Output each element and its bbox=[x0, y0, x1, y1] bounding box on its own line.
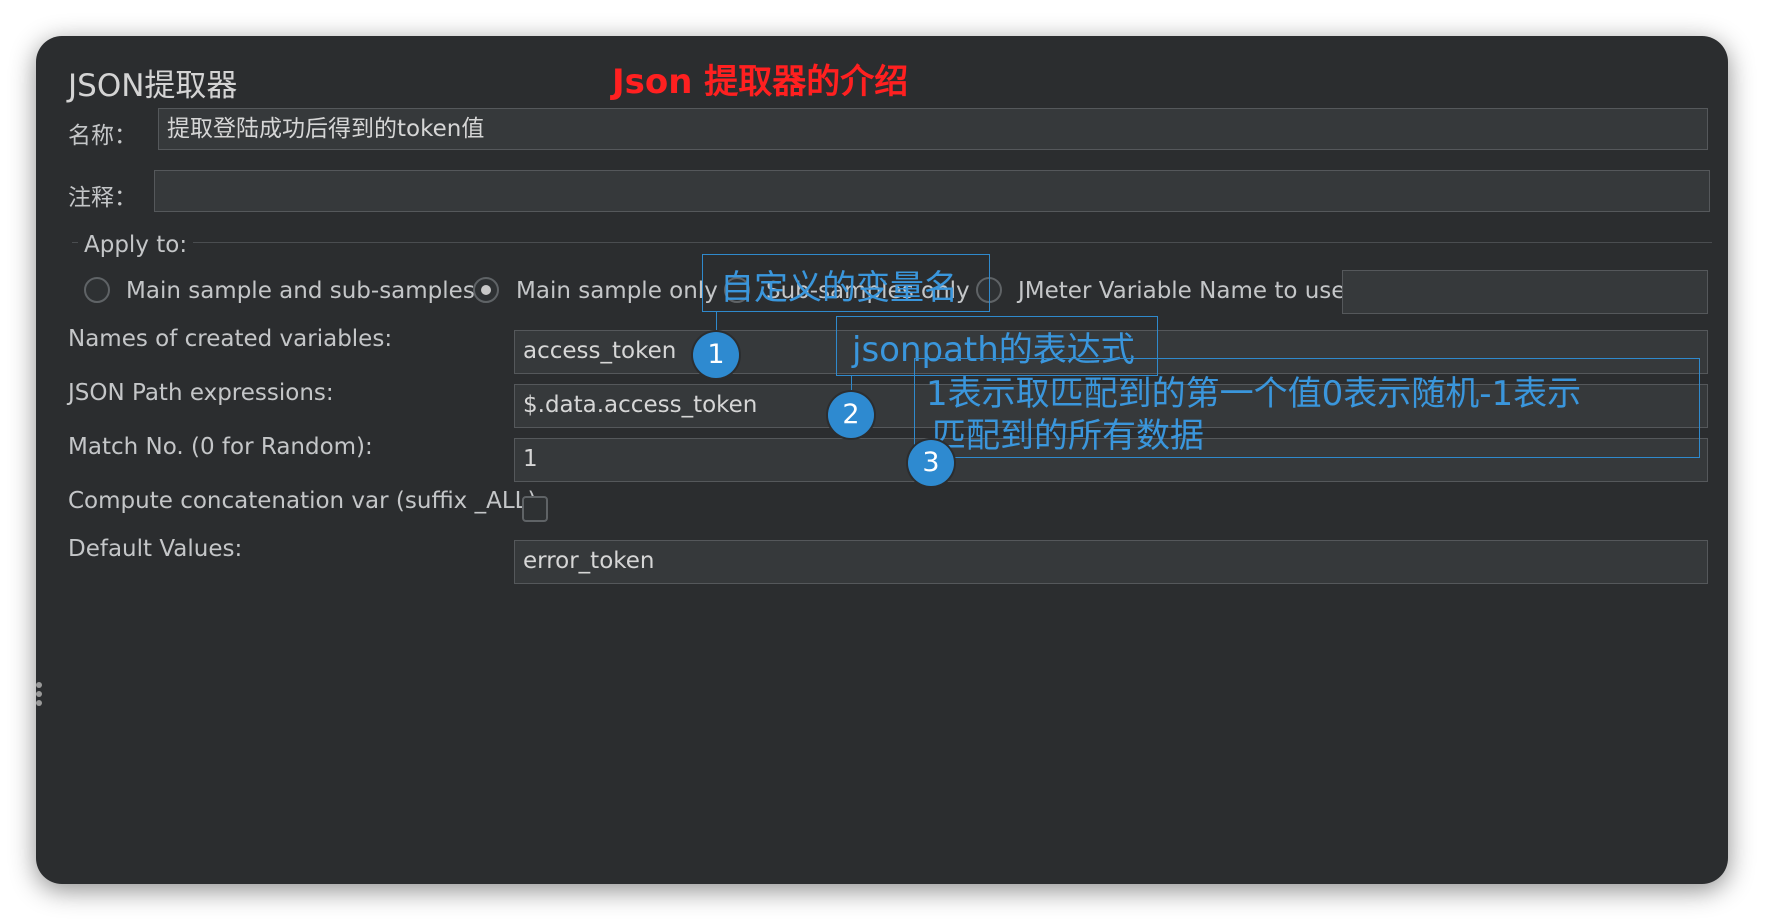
name-label: 名称： bbox=[68, 123, 137, 149]
jsonpath-label: JSON Path expressions: bbox=[68, 380, 334, 406]
radio-main-and-sub-label[interactable]: Main sample and sub-samples bbox=[126, 278, 475, 304]
annotation-badge-3: 3 bbox=[908, 440, 954, 486]
radio-jmeter-var-label[interactable]: JMeter Variable Name to use bbox=[1018, 278, 1345, 304]
json-extractor-panel: JSON提取器 Json 提取器的介绍 名称： 提取登陆成功后得到的token值… bbox=[36, 36, 1728, 884]
match-no-label: Match No. (0 for Random): bbox=[68, 434, 373, 460]
drag-handle-icon[interactable] bbox=[36, 682, 44, 708]
concat-label: Compute concatenation var (suffix _ALL): bbox=[68, 488, 545, 514]
comment-input[interactable] bbox=[154, 170, 1710, 212]
radio-main-only-label[interactable]: Main sample only bbox=[516, 278, 718, 304]
radio-main-only[interactable] bbox=[473, 277, 499, 303]
jmeter-variable-input[interactable] bbox=[1342, 270, 1708, 314]
annotation-match-no-line2: 匹配到的所有数据 bbox=[932, 416, 1204, 456]
radio-main-and-sub[interactable] bbox=[84, 277, 110, 303]
variables-label: Names of created variables: bbox=[68, 326, 393, 352]
apply-to-legend: Apply to: bbox=[78, 232, 194, 258]
concat-checkbox[interactable] bbox=[522, 496, 548, 522]
default-values-label: Default Values: bbox=[68, 536, 243, 562]
panel-title: JSON提取器 bbox=[68, 68, 238, 104]
annotation-badge-1: 1 bbox=[693, 332, 739, 378]
name-input[interactable]: 提取登陆成功后得到的token值 bbox=[158, 108, 1708, 150]
default-values-input[interactable]: error_token bbox=[514, 540, 1708, 584]
apply-to-separator bbox=[72, 242, 1712, 243]
annotation-badge-2: 2 bbox=[828, 392, 874, 438]
annotation-header: Json 提取器的介绍 bbox=[612, 62, 909, 102]
comment-label: 注释： bbox=[68, 185, 137, 211]
annotation-variable-name: 自定义的变量名 bbox=[720, 268, 958, 308]
